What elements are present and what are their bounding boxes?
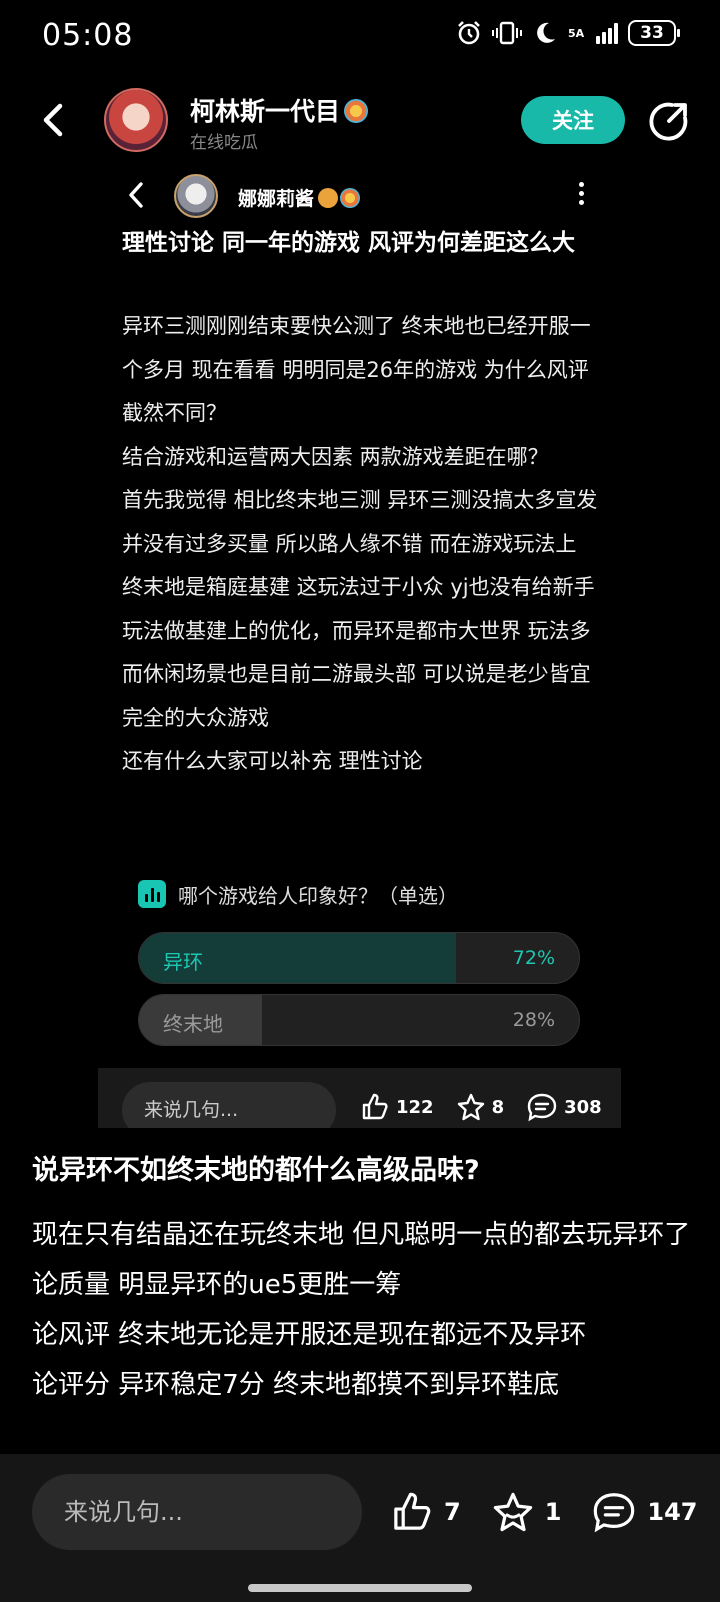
- alarm-icon: [458, 21, 480, 45]
- embed-header: 娜娜莉酱: [98, 170, 621, 224]
- post-line: 论质量 明显异环的ue5更胜一筹: [32, 1270, 402, 1300]
- comment-input[interactable]: 来说几句...: [32, 1474, 362, 1550]
- bottom-actions: 7 1 147: [390, 1490, 698, 1534]
- embed-post-body: 异环三测刚刚结束要快公测了 终末地也已经开服一个多月 现在看看 明明同是26年的…: [122, 305, 602, 784]
- embed-paragraph: 结合游戏和运营两大因素 两款游戏差距在哪？: [122, 444, 549, 469]
- poll-chart-icon: [138, 880, 166, 908]
- bottom-action-bar: 来说几句... 7 1 147: [0, 1454, 720, 1602]
- favorite-button[interactable]: 1: [491, 1490, 562, 1534]
- share-icon[interactable]: [648, 100, 690, 142]
- post-header: 柯林斯一代目 在线吃瓜 关注: [0, 80, 720, 164]
- post-title: 说异环不如终末地的都什么高级品味?: [32, 1155, 480, 1186]
- poll-question-row: 哪个游戏给人印象好？（单选）: [138, 876, 583, 912]
- poll-option-percent: 72%: [512, 947, 555, 969]
- like-button[interactable]: 7: [390, 1490, 461, 1534]
- post-line: 现在只有结晶还在玩终末地 但凡聪明一点的都去玩异环了: [32, 1220, 691, 1250]
- embed-author-name: 娜娜莉酱: [238, 188, 315, 210]
- embedded-post-screenshot[interactable]: 娜娜莉酱 理性讨论 同一年的游戏 风评为何差距这么大 异环三测刚刚结束要快公测了…: [98, 170, 621, 1128]
- embed-post-title: 理性讨论 同一年的游戏 风评为何差距这么大: [122, 230, 576, 256]
- author-name: 柯林斯一代目: [190, 97, 341, 126]
- author-avatar[interactable]: [104, 88, 168, 152]
- post-line: 论评分 异环稳定7分 终末地都摸不到异环鞋底: [32, 1370, 560, 1400]
- poll-option-label: 异环: [163, 950, 203, 974]
- follow-button[interactable]: 关注: [521, 96, 625, 144]
- embed-like: 122: [360, 1092, 434, 1122]
- back-icon[interactable]: [34, 100, 74, 140]
- thumbs-up-icon: [394, 1492, 431, 1530]
- comment-count: 147: [647, 1498, 698, 1526]
- embed-favorite: 8: [456, 1092, 505, 1122]
- author-subtitle: 在线吃瓜: [190, 133, 258, 153]
- embed-like-count: 122: [396, 1096, 434, 1118]
- moon-icon: [537, 22, 555, 43]
- status-icons: 5A 33: [456, 20, 680, 46]
- thumbs-up-icon: [362, 1093, 388, 1120]
- comment-button[interactable]: 147: [591, 1490, 698, 1534]
- embed-favorite-count: 8: [491, 1096, 505, 1118]
- star-icon: [457, 1093, 484, 1121]
- like-count: 7: [444, 1498, 461, 1526]
- network-type: 5A: [568, 26, 585, 40]
- poll-question: 哪个游戏给人印象好？（单选）: [178, 883, 458, 908]
- comment-icon: [527, 1093, 557, 1122]
- embed-comment-input: 来说几句...: [122, 1082, 336, 1128]
- signal-icon: [596, 22, 618, 44]
- embed-paragraph: 首先我觉得 相比终末地三测 异环三测没搞太多宣发 并没有过多买量 所以路人缘不错…: [122, 488, 598, 730]
- embed-comment: 308: [526, 1092, 602, 1122]
- poll: 哪个游戏给人印象好？（单选） 异环 72% 终末地 28%: [138, 876, 583, 1046]
- poll-option-0[interactable]: 异环 72%: [138, 932, 580, 984]
- embed-actions: 122 8 308: [360, 1092, 602, 1122]
- home-indicator[interactable]: [248, 1584, 472, 1592]
- embed-paragraph: 还有什么大家可以补充 理性讨论: [122, 749, 423, 773]
- post-body: 现在只有结晶还在玩终末地 但凡聪明一点的都去玩异环了 论质量 明显异环的ue5更…: [32, 1210, 692, 1410]
- poll-option-1[interactable]: 终末地 28%: [138, 994, 580, 1046]
- embed-author-row: 娜娜莉酱: [238, 184, 361, 211]
- embed-more-icon: [576, 182, 586, 208]
- battery-level: 33: [640, 23, 664, 43]
- embed-badge-icon-2: [340, 188, 361, 208]
- favorite-count: 1: [544, 1498, 562, 1526]
- comment-icon: [594, 1493, 635, 1533]
- poll-option-label: 终末地: [163, 1012, 223, 1036]
- status-bar: 05:08 5A 33: [0, 0, 720, 76]
- author-badge-icon: [344, 99, 369, 123]
- battery-icon: 33: [628, 20, 680, 46]
- embed-comment-bar: 来说几句... 122 8 308: [98, 1068, 621, 1128]
- embed-paragraph: 异环三测刚刚结束要快公测了 终末地也已经开服一个多月 现在看看 明明同是26年的…: [122, 314, 591, 425]
- embed-back-icon: [129, 182, 143, 208]
- embed-comment-count: 308: [564, 1096, 602, 1118]
- status-time: 05:08: [42, 18, 134, 53]
- vibrate-icon: [492, 21, 522, 45]
- embed-badge-icon: [318, 188, 339, 208]
- poll-option-percent: 28%: [512, 1009, 555, 1031]
- author-name-row[interactable]: 柯林斯一代目: [190, 92, 369, 128]
- embed-author-avatar: [174, 174, 218, 218]
- post-line: 论风评 终末地无论是开服还是现在都远不及异环: [32, 1320, 587, 1350]
- star-icon: [493, 1492, 532, 1532]
